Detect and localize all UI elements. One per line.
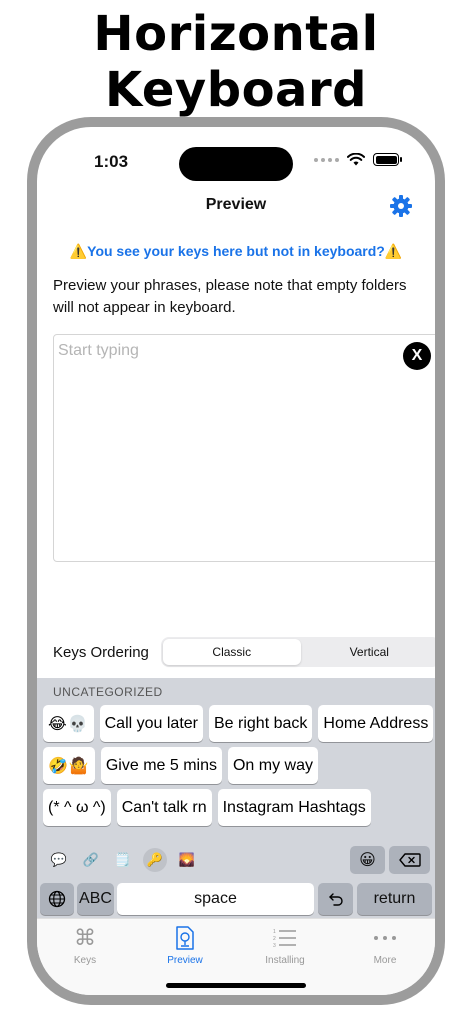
backspace-icon <box>398 853 421 867</box>
wifi-icon <box>347 153 365 166</box>
headline-line-2: Keyboard <box>105 62 367 118</box>
close-icon: X <box>411 347 423 364</box>
more-icon <box>345 925 425 951</box>
space-key[interactable]: space <box>117 883 314 915</box>
speech-bubble-icon[interactable]: 💬 <box>47 848 71 872</box>
keyboard-row-3: (* ^ ω ^) Can't talk rn Instagram Hashta… <box>43 789 371 826</box>
tab-label: More <box>373 955 397 966</box>
headline-line-1: Horizontal <box>93 6 379 62</box>
globe-key[interactable] <box>40 883 74 915</box>
tab-label: Keys <box>73 955 97 966</box>
phrase-key[interactable]: Instagram Hashtags <box>217 789 371 826</box>
phrase-key[interactable]: 🤣🤷 <box>43 747 95 784</box>
box-icon[interactable]: 🗒️ <box>111 848 135 872</box>
keyboard-row-1: 😂💀 Call you later Be right back Home Add… <box>43 705 434 742</box>
return-key[interactable]: return <box>357 883 432 915</box>
phrase-key[interactable]: Home Address <box>318 705 434 742</box>
tab-label: Installing <box>265 955 305 966</box>
preview-text-area[interactable]: X <box>53 334 435 562</box>
nav-title: Preview <box>205 196 267 213</box>
svg-text:3: 3 <box>273 943 276 949</box>
tab-label: Preview <box>167 955 203 966</box>
segment-classic[interactable]: Classic <box>163 639 301 665</box>
svg-text:1: 1 <box>273 929 276 935</box>
phone-frame: 1:03 Preview ⚠️You see your keys here bu… <box>27 117 445 1005</box>
phrase-key[interactable]: On my way <box>227 747 318 784</box>
keyboard-folder-toolbar: 💬 🔗 🗒️ 🔑 🌄 <box>47 848 199 872</box>
warning-text: You see your keys here but not in keyboa… <box>87 243 385 259</box>
keyboard-section-title: UNCATEGORIZED <box>53 685 163 699</box>
tab-preview[interactable]: Preview <box>145 925 225 966</box>
svg-text:2: 2 <box>273 936 276 942</box>
segment-vertical[interactable]: Vertical <box>301 639 436 665</box>
delete-key[interactable] <box>389 846 430 874</box>
status-icons <box>314 153 402 166</box>
phrase-key[interactable]: 😂💀 <box>43 705 94 742</box>
battery-icon <box>373 153 402 166</box>
phrase-key[interactable]: Call you later <box>99 705 203 742</box>
keys-ordering-segmented-control[interactable]: Classic Vertical <box>161 637 435 667</box>
abc-key[interactable]: ABC <box>77 883 114 915</box>
link-icon[interactable]: 🔗 <box>79 848 103 872</box>
tab-keys[interactable]: ⌘ Keys <box>45 925 125 966</box>
command-icon: ⌘ <box>74 925 96 950</box>
preview-input[interactable] <box>58 340 378 362</box>
phrase-key[interactable]: Be right back <box>209 705 313 742</box>
signal-icon <box>314 157 339 162</box>
list-icon: 1 2 3 <box>245 925 325 951</box>
phrase-key[interactable]: (* ^ ω ^) <box>43 789 111 826</box>
warning-icon: ⚠️ <box>384 243 403 259</box>
undo-icon <box>328 893 343 906</box>
tab-more[interactable]: More <box>345 925 425 966</box>
emoji-key[interactable]: 😀 <box>350 846 385 874</box>
phrase-key[interactable]: Can't talk rn <box>116 789 212 826</box>
home-indicator <box>166 983 306 988</box>
dynamic-island <box>179 147 293 181</box>
status-time: 1:03 <box>94 152 129 171</box>
keyboard-preview: UNCATEGORIZED 😂💀 Call you later Be right… <box>37 678 435 918</box>
gear-icon[interactable] <box>389 194 413 218</box>
key-icon[interactable]: 🔑 <box>143 848 167 872</box>
keyboard-bottom-row: ABC space return <box>37 883 435 915</box>
phone-screen: 1:03 Preview ⚠️You see your keys here bu… <box>37 127 435 995</box>
preview-icon <box>145 925 225 951</box>
image-icon[interactable]: 🌄 <box>175 848 199 872</box>
tab-installing[interactable]: 1 2 3 Installing <box>245 925 325 966</box>
keys-ordering-label: Keys Ordering <box>53 644 149 661</box>
keyboard-row-2: 🤣🤷 Give me 5 mins On my way <box>43 747 318 784</box>
warning-banner[interactable]: ⚠️You see your keys here but not in keyb… <box>37 243 435 260</box>
warning-icon: ⚠️ <box>69 243 88 259</box>
headline: Horizontal Keyboard <box>0 6 472 118</box>
clear-button[interactable]: X <box>403 342 431 370</box>
globe-icon <box>48 890 66 908</box>
phrase-key[interactable]: Give me 5 mins <box>100 747 222 784</box>
undo-key[interactable] <box>318 883 353 915</box>
description-text: Preview your phrases, please note that e… <box>53 277 407 316</box>
